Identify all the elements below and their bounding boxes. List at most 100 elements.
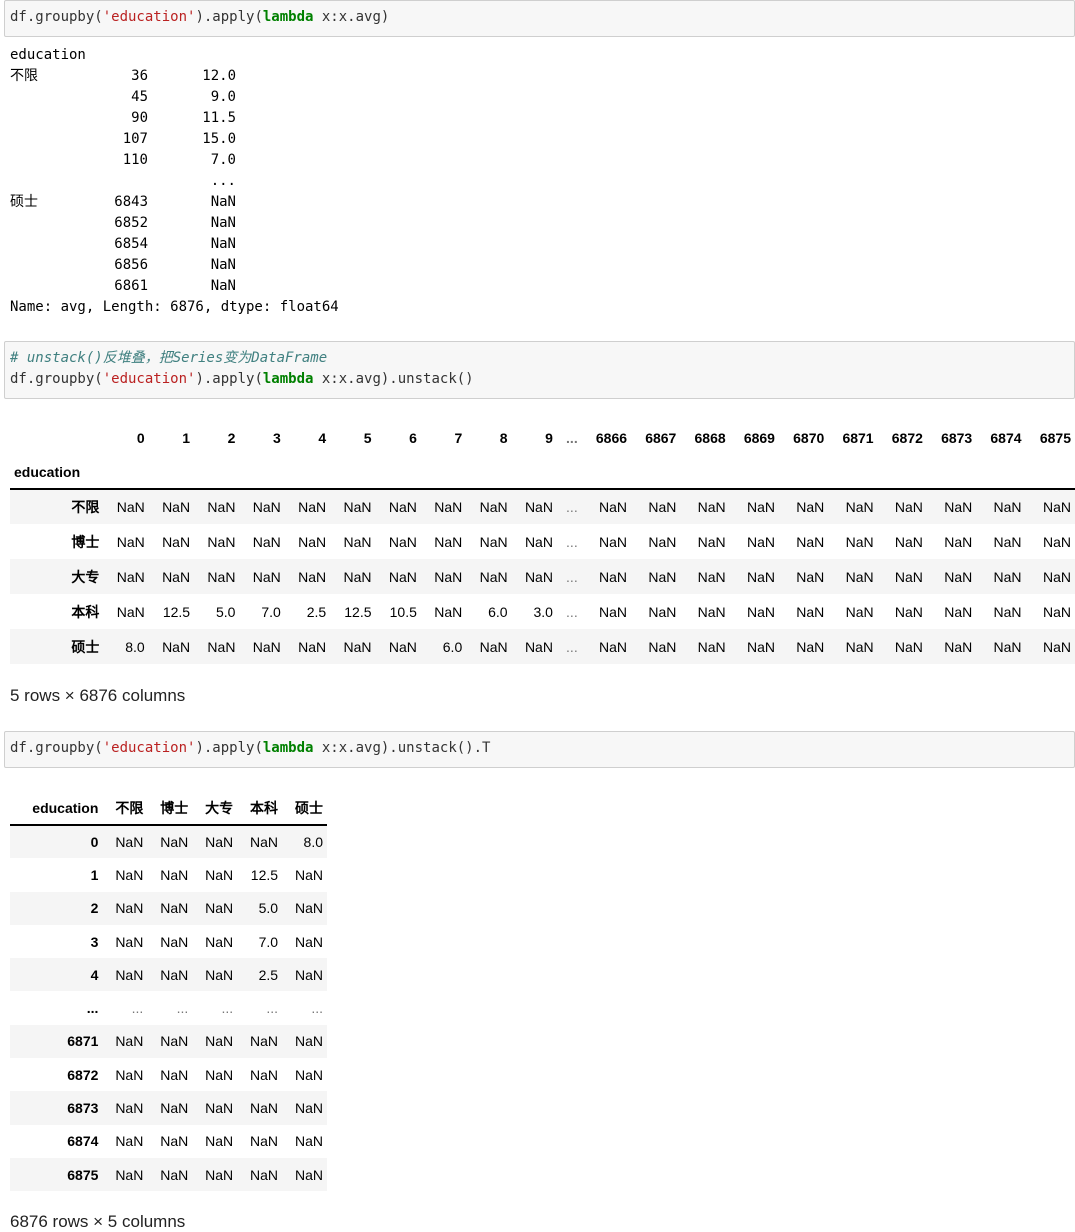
df-index-name: education bbox=[10, 455, 104, 490]
df-cell: NaN bbox=[116, 568, 145, 585]
df-cell: NaN bbox=[160, 834, 189, 851]
df-header-spacer bbox=[103, 455, 149, 490]
df-row: 不限 NaN NaN NaN NaN NaN NaN NaN NaN NaN NaN... NaN Na… bbox=[10, 489, 1075, 524]
df-cell: NaN bbox=[205, 1166, 234, 1183]
df-cell: 10.5 bbox=[389, 603, 417, 620]
df-cell: NaN bbox=[160, 1133, 189, 1150]
dataframe-tall: education 不限 博士 大专 本科 硕士 0 NaN NaN NaN NaN 8.0 1 NaN… bbox=[10, 792, 327, 1192]
df-cell: ... bbox=[566, 568, 578, 585]
df-cell: NaN bbox=[343, 638, 372, 655]
df-cell: NaN bbox=[294, 866, 323, 883]
df-cell: NaN bbox=[479, 499, 508, 515]
series-row: 硕士 6843 NaN bbox=[10, 192, 339, 213]
df-cell: NaN bbox=[294, 1133, 323, 1150]
df-cell: NaN bbox=[697, 568, 726, 585]
df-row: .................. bbox=[10, 991, 327, 1024]
df-cell: 7.0 bbox=[261, 603, 281, 620]
df-cell: NaN bbox=[944, 603, 973, 620]
series-header: education bbox=[10, 47, 86, 63]
df-row: 6874 NaN NaN NaN NaN NaN bbox=[10, 1125, 327, 1158]
series-row: 110 7.0 bbox=[10, 150, 339, 171]
series-row: 6852 NaN bbox=[10, 213, 339, 234]
df-cell: NaN bbox=[524, 638, 553, 655]
df-cell: ... bbox=[311, 1000, 323, 1017]
df-row-index: 硕士 bbox=[71, 638, 100, 655]
df-header-spacer bbox=[926, 455, 977, 490]
df-cell: NaN bbox=[115, 1033, 144, 1050]
df-column-header: 不限 bbox=[102, 792, 148, 826]
df-cell: NaN bbox=[524, 533, 553, 550]
df-cell: NaN bbox=[796, 603, 825, 620]
df-cell: NaN bbox=[252, 568, 281, 585]
df-cell: NaN bbox=[746, 568, 775, 585]
df-cell: NaN bbox=[205, 1066, 234, 1083]
code-cell-3-input[interactable]: df.groupby('education').apply(lambda x:x… bbox=[4, 731, 1075, 768]
df-cell: NaN bbox=[434, 568, 463, 585]
df-cell: NaN bbox=[993, 568, 1022, 585]
df-header-spacer bbox=[556, 455, 582, 490]
df-cell: NaN bbox=[648, 603, 677, 620]
df-header-spacer bbox=[778, 455, 829, 490]
df-cell: NaN bbox=[343, 568, 372, 585]
df-cell: NaN bbox=[160, 933, 189, 950]
series-value: 11.5 bbox=[202, 110, 236, 126]
series-value: NaN bbox=[210, 194, 236, 210]
df-cell: ... bbox=[566, 499, 578, 515]
series-index: 6843 bbox=[114, 194, 148, 210]
df-column-header: 9 bbox=[545, 430, 553, 446]
df-row-index: 6875 bbox=[67, 1166, 99, 1183]
df-row-index: 3 bbox=[90, 933, 99, 950]
df-cell: NaN bbox=[207, 533, 236, 550]
df-cell: NaN bbox=[205, 834, 234, 851]
code-cell-2-input[interactable]: # unstack()反堆叠，把Series变为DataFrame df.grou… bbox=[4, 341, 1075, 399]
df-cell: NaN bbox=[746, 499, 775, 515]
df-cell: NaN bbox=[207, 499, 236, 515]
df-row-index: 博士 bbox=[71, 533, 100, 550]
df-cell: NaN bbox=[894, 568, 923, 585]
df-cell: ... bbox=[131, 1000, 144, 1017]
df-cell: NaN bbox=[894, 603, 923, 620]
dataframe-wide: 0 1 2 3 4 5 6 7 8 9... 6866 6867 6868 6869 6870 6871 687… bbox=[10, 421, 1075, 664]
df-cell: NaN bbox=[250, 1166, 279, 1183]
df-cell: NaN bbox=[1042, 603, 1071, 620]
df-cell: NaN bbox=[944, 638, 973, 655]
df-cell: NaN bbox=[894, 533, 923, 550]
df-cell: NaN bbox=[648, 638, 677, 655]
df-column-header: 6868 bbox=[694, 430, 726, 446]
dataframe-tall-shape: 6876 rows × 5 columns bbox=[10, 1212, 186, 1231]
df-row: 3 NaN NaN NaN 7.0 NaN bbox=[10, 925, 327, 958]
series-index: 110 bbox=[122, 152, 148, 168]
df-cell: NaN bbox=[599, 603, 628, 620]
df-column-header: 博士 bbox=[147, 792, 193, 826]
df-row-index: 6873 bbox=[67, 1100, 99, 1117]
df-column-header: 3 bbox=[273, 430, 281, 446]
df-cell: NaN bbox=[252, 638, 281, 655]
df-cell: NaN bbox=[115, 1100, 144, 1117]
df-cell: NaN bbox=[252, 499, 281, 515]
df-cell: NaN bbox=[205, 866, 234, 883]
df-cell: NaN bbox=[434, 533, 463, 550]
code-cell-1-input[interactable]: df.groupby('education').apply(lambda x:x… bbox=[4, 0, 1075, 37]
df-row: 6871 NaN NaN NaN NaN NaN bbox=[10, 1024, 327, 1059]
df-cell: NaN bbox=[1042, 638, 1071, 655]
series-index: 6856 bbox=[114, 257, 148, 273]
df-cell: NaN bbox=[388, 638, 417, 655]
df-cell: NaN bbox=[298, 568, 327, 585]
df-cell: NaN bbox=[796, 638, 825, 655]
df-cell: NaN bbox=[250, 1066, 279, 1083]
series-index: 6854 bbox=[114, 236, 148, 252]
df-column-header: 硕士 bbox=[282, 792, 327, 826]
df-cell: NaN bbox=[294, 966, 323, 983]
df-header-spacer bbox=[828, 455, 878, 490]
df-cell: NaN bbox=[944, 533, 973, 550]
df-cell: NaN bbox=[479, 638, 508, 655]
df-column-header: 6871 bbox=[842, 430, 874, 446]
df-cell: NaN bbox=[160, 1100, 189, 1117]
df-cell: NaN bbox=[250, 1033, 279, 1050]
df-cell: NaN bbox=[205, 933, 234, 950]
df-header-spacer bbox=[877, 455, 927, 490]
df-row-index: 不限 bbox=[71, 499, 100, 515]
df-column-header: 0 bbox=[136, 430, 145, 446]
code-keyword: lambda bbox=[262, 9, 314, 25]
df-cell: NaN bbox=[162, 533, 191, 550]
